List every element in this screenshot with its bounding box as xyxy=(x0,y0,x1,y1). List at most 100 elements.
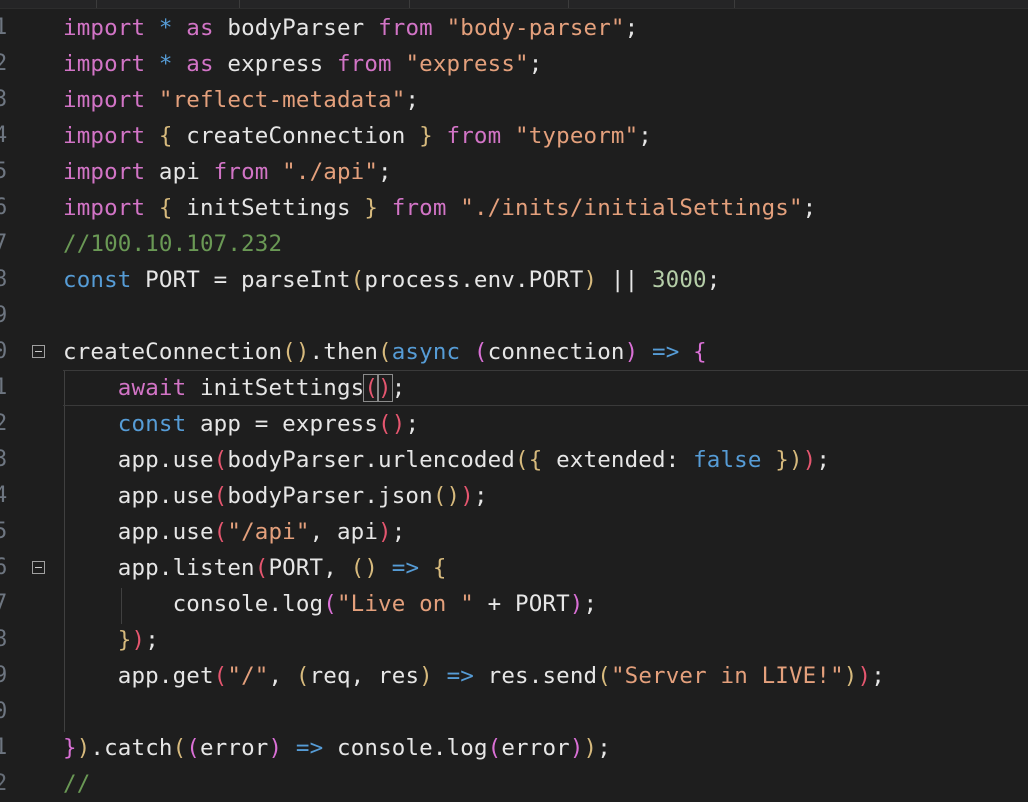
code-token: ; xyxy=(597,735,611,761)
code-token: ; xyxy=(405,411,420,437)
code-token: ( xyxy=(473,339,488,365)
code-token: "typeorm" xyxy=(515,123,639,149)
code-token: ) xyxy=(378,519,392,545)
code-text: app.listen(PORT, () => { xyxy=(63,550,447,586)
line-number: 0 xyxy=(0,339,8,364)
code-token: ) xyxy=(569,591,584,617)
code-line[interactable]: 7 console.log("Live on " + PORT); xyxy=(0,586,1028,622)
code-token: process.env.PORT xyxy=(364,267,584,293)
code-line[interactable]: 5 app.use("/api", api); xyxy=(0,514,1028,550)
code-line[interactable]: 6 app.listen(PORT, () => { xyxy=(0,550,1028,586)
code-token: 3000 xyxy=(651,267,707,293)
code-token: , xyxy=(268,663,296,689)
tab-separator xyxy=(409,0,410,8)
code-token: ( xyxy=(172,735,187,761)
code-line[interactable]: 2 // xyxy=(0,766,1028,802)
code-token: ) xyxy=(802,447,817,473)
line-number: 5 xyxy=(0,519,8,544)
code-token: ; xyxy=(378,159,392,185)
code-line[interactable]: 9 app.get("/", (req, res) => res.send("S… xyxy=(0,658,1028,694)
line-number: 1 xyxy=(0,735,8,760)
code-token: import xyxy=(63,123,146,149)
code-token: ; xyxy=(802,195,817,221)
code-line[interactable]: 7 //100.10.107.232 xyxy=(0,226,1028,262)
code-token: => xyxy=(652,339,680,365)
code-token: ( xyxy=(213,663,228,689)
code-token: bodyParser xyxy=(227,15,365,41)
code-token: createConnection xyxy=(172,123,420,149)
code-token: ; xyxy=(871,663,885,689)
code-token: "Live on " xyxy=(336,591,474,617)
code-token: => xyxy=(446,663,474,689)
code-line[interactable]: 6 import { initSettings } from "./inits/i… xyxy=(0,190,1028,226)
code-token: import xyxy=(63,15,146,41)
code-token: bodyParser.urlencoded xyxy=(227,447,515,473)
code-line[interactable]: 1 await initSettings(); xyxy=(0,370,1028,406)
code-line[interactable]: 2 import * as express from "express"; xyxy=(0,46,1028,82)
code-token: ( xyxy=(186,735,200,761)
code-token: "Server in LIVE!" xyxy=(610,663,844,689)
code-line[interactable]: 0 xyxy=(0,694,1028,730)
code-line[interactable]: 3 app.use(bodyParser.urlencoded({ extend… xyxy=(0,442,1028,478)
code-line[interactable]: 8 const PORT = parseInt(process.env.PORT)… xyxy=(0,262,1028,298)
code-token: ( xyxy=(295,663,310,689)
code-text: app.get("/", (req, res) => res.send("Ser… xyxy=(63,658,885,694)
code-token: connection xyxy=(487,339,625,365)
code-token: } xyxy=(364,195,379,221)
code-line[interactable]: 4 import { createConnection } from "typeo… xyxy=(0,118,1028,154)
code-token: { xyxy=(158,195,173,221)
fold-toggle-icon[interactable] xyxy=(32,561,45,574)
code-token: ; xyxy=(706,267,721,293)
code-token: import xyxy=(63,159,146,185)
code-token: () xyxy=(282,339,310,365)
code-text: createConnection().then(async (connectio… xyxy=(63,334,707,370)
line-number: 9 xyxy=(0,303,8,328)
code-token: await xyxy=(117,375,187,401)
code-line[interactable]: 4 app.use(bodyParser.json()); xyxy=(0,478,1028,514)
code-line[interactable]: 5 import api from "./api"; xyxy=(0,154,1028,190)
code-token: ) xyxy=(583,735,598,761)
code-token: const xyxy=(117,411,187,437)
code-token: from xyxy=(446,123,502,149)
code-token: app.get xyxy=(63,663,214,689)
code-token: from xyxy=(378,15,433,41)
code-token: PORT, xyxy=(268,555,351,581)
code-token: "./api" xyxy=(282,159,379,185)
code-text: await initSettings(); xyxy=(63,370,405,406)
code-token: ; xyxy=(816,447,831,473)
code-token: ( xyxy=(597,663,611,689)
line-number: 9 xyxy=(0,663,8,688)
code-line[interactable]: 9 xyxy=(0,298,1028,334)
code-line[interactable]: 3 import "reflect-metadata"; xyxy=(0,82,1028,118)
code-token: ( xyxy=(323,591,337,617)
code-text: console.log("Live on " + PORT); xyxy=(63,586,597,622)
code-text: import * as bodyParser from "body-parser… xyxy=(63,10,638,46)
code-line[interactable]: 1 import * as bodyParser from "body-parse… xyxy=(0,10,1028,46)
code-text: }).catch((error) => console.log(error)); xyxy=(63,730,611,766)
code-token: * xyxy=(158,51,173,77)
line-number: 5 xyxy=(0,159,8,184)
code-token: app.use xyxy=(63,519,214,545)
code-token: ; xyxy=(583,591,598,617)
code-token: ; xyxy=(624,15,639,41)
code-line[interactable]: 2 const app = express(); xyxy=(0,406,1028,442)
code-token: { xyxy=(528,447,543,473)
fold-toggle-icon[interactable] xyxy=(32,345,45,358)
code-line[interactable]: 0 createConnection().then(async (connecti… xyxy=(0,334,1028,370)
code-editor[interactable]: 1 import * as bodyParser from "body-parse… xyxy=(0,10,1028,797)
line-number: 1 xyxy=(0,375,8,400)
code-token: () xyxy=(432,483,461,509)
code-token: ; xyxy=(638,123,652,149)
line-number: 3 xyxy=(0,87,8,112)
code-line[interactable]: 1 }).catch((error) => console.log(error))… xyxy=(0,730,1028,766)
code-line[interactable]: 8 }); xyxy=(0,622,1028,658)
code-text: import * as express from "express"; xyxy=(63,46,542,82)
code-token: import xyxy=(63,51,146,77)
